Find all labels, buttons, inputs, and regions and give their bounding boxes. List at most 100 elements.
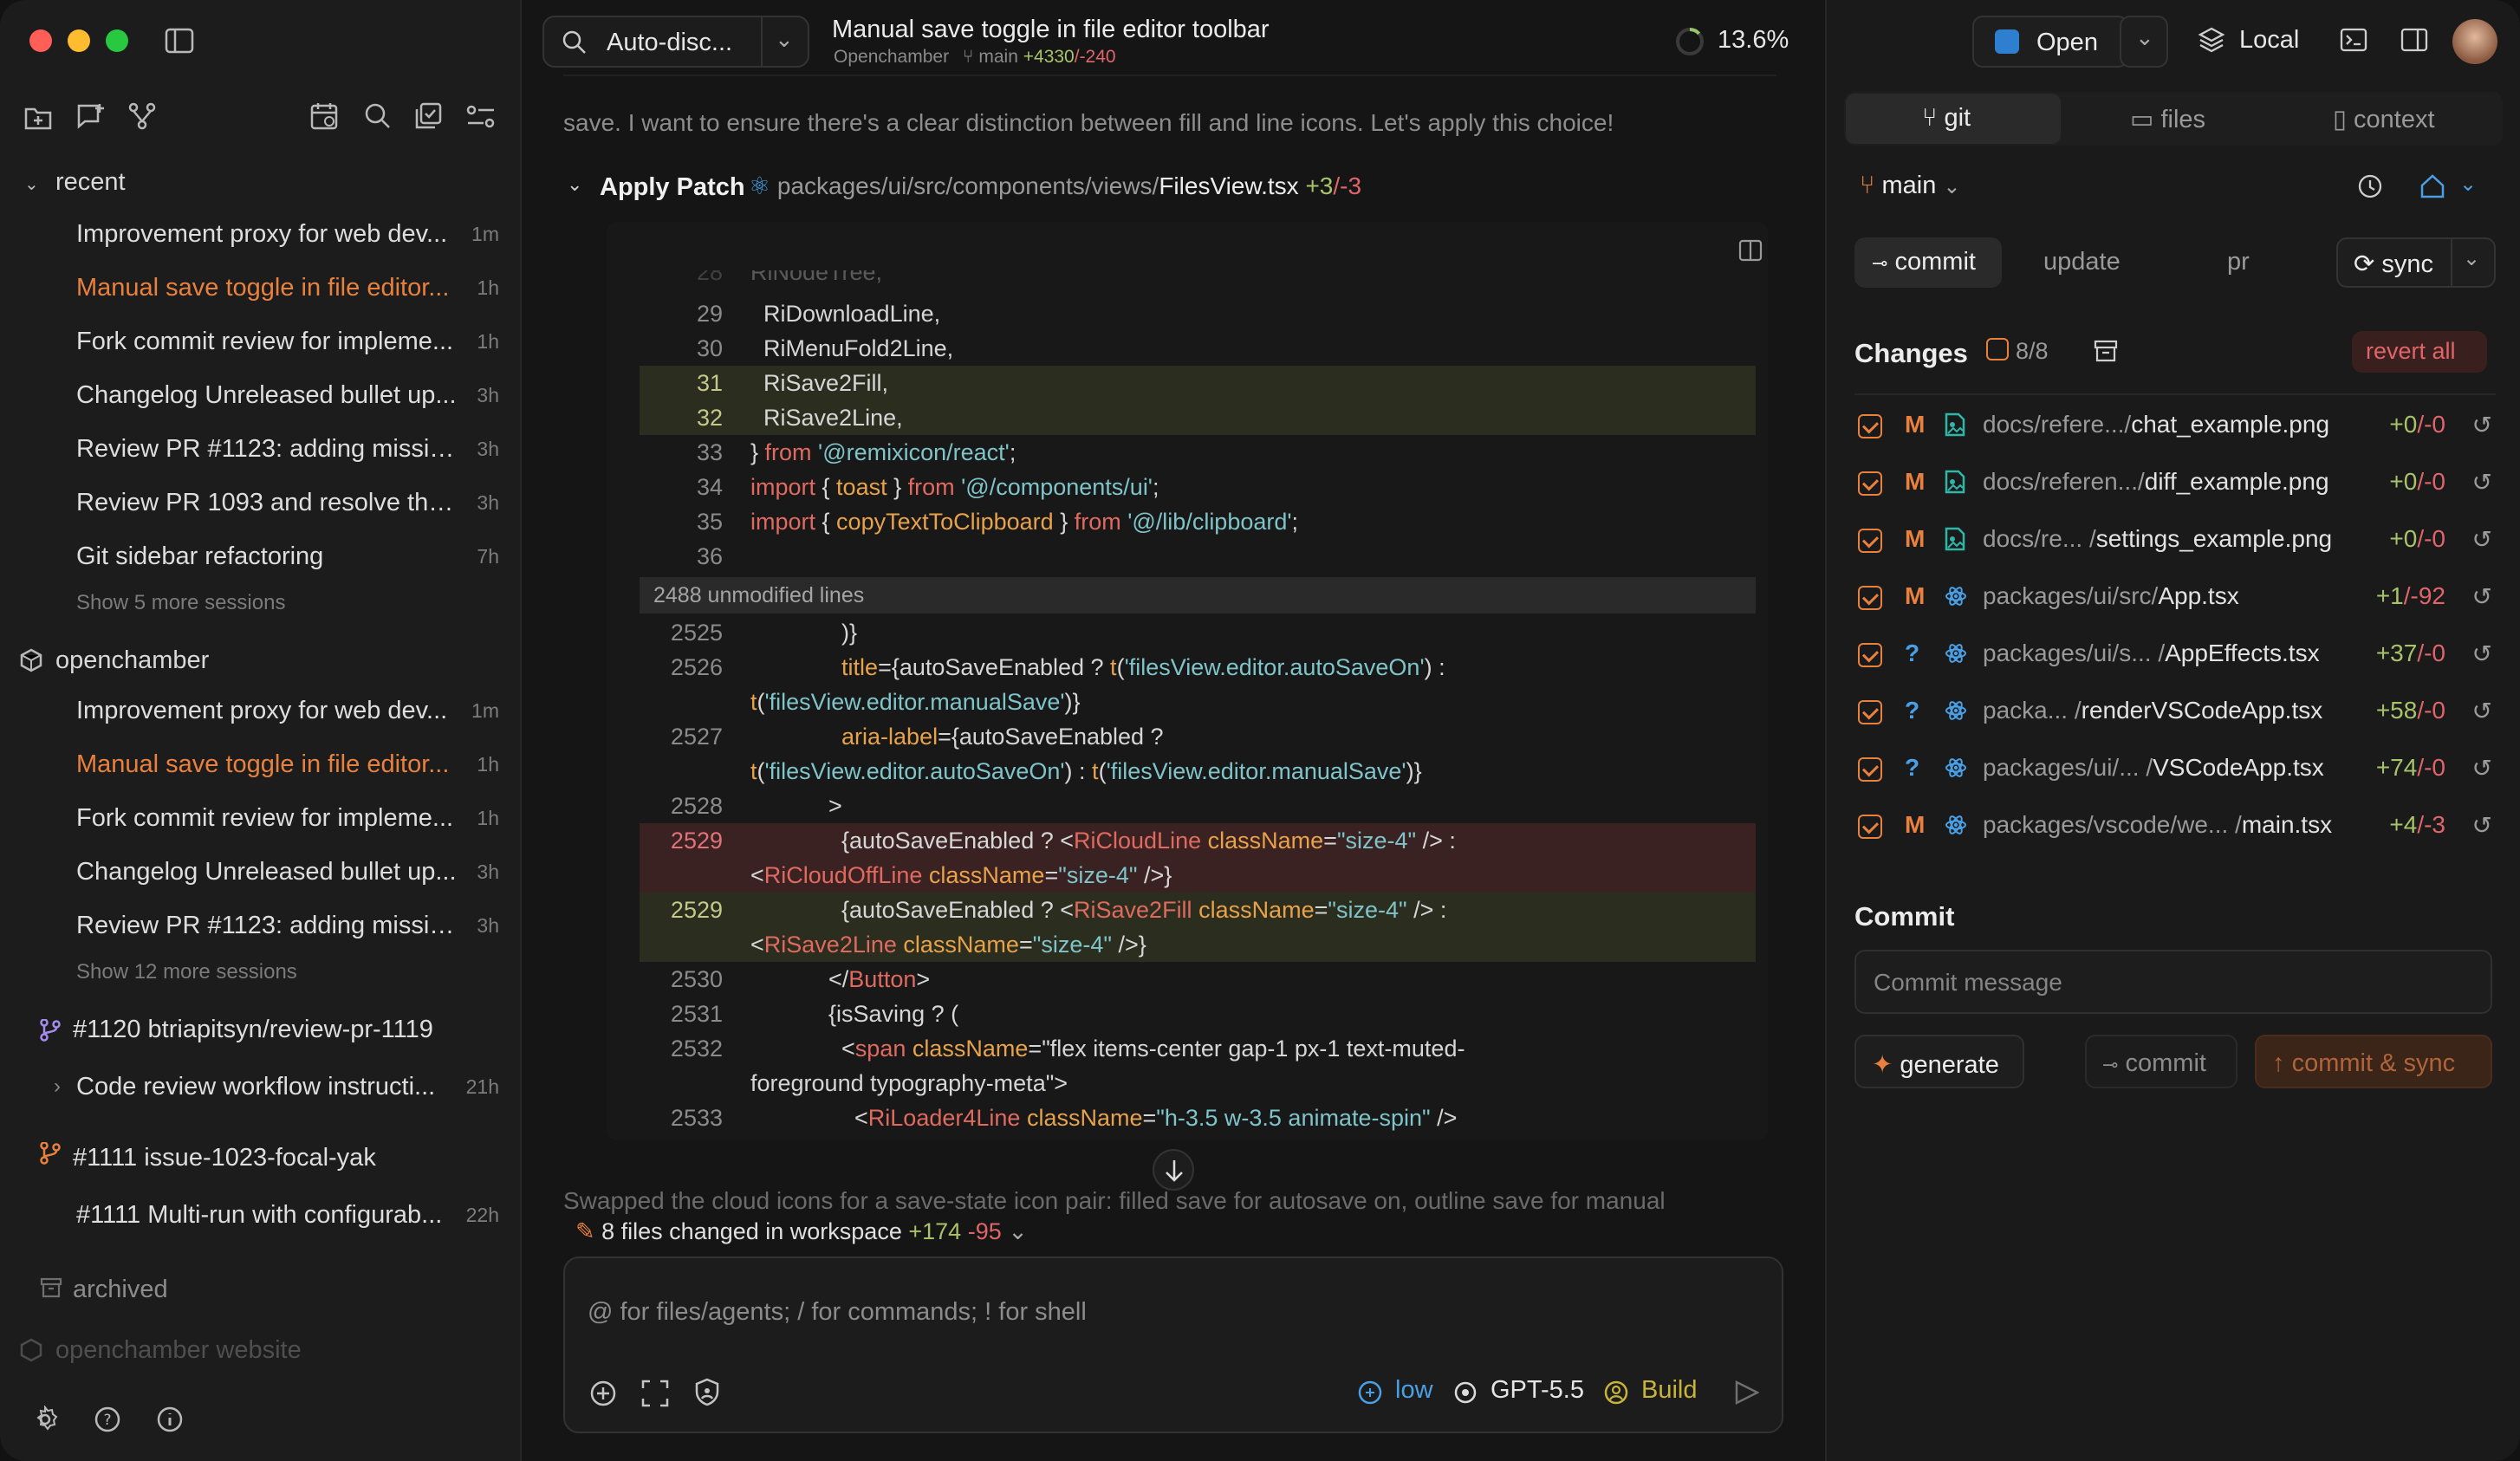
commit-message-input[interactable]: Commit message [1854, 950, 2492, 1014]
changed-file-row[interactable]: ? packa... /renderVSCodeApp.tsx +58/-0 ↺ [1854, 686, 2496, 738]
patch-file[interactable]: ⚛ packages/ui/src/components/views/Files… [749, 172, 1361, 200]
unmodified-lines-separator[interactable]: 2488 unmodified lines [640, 577, 1756, 614]
changed-file-row[interactable]: Mdocs/refere.../chat_example.png +0/-0 ↺ [1854, 400, 2496, 452]
commit-button[interactable]: ⊸ commit [2085, 1035, 2237, 1088]
zoom-window-button[interactable] [106, 29, 128, 52]
close-window-button[interactable] [29, 29, 52, 52]
chevron-down-icon[interactable]: ⌄ [567, 173, 582, 196]
session-item[interactable]: Review PR 1093 and resolve the... 3h [76, 489, 499, 537]
changed-file-row[interactable]: ? packages/ui/s... /AppEffects.tsx +37/-0 ↺ [1854, 629, 2496, 681]
model-selector[interactable]: GPT-5.5 [1491, 1376, 1584, 1405]
worktree-icon[interactable] [128, 102, 156, 130]
file-checkbox[interactable] [1858, 643, 1882, 667]
generate-button[interactable]: ✦ generate [1854, 1035, 2024, 1088]
filter-icon[interactable] [466, 104, 496, 130]
history-icon[interactable] [2357, 173, 2383, 199]
commit-and-sync-button[interactable]: ↑ commit & sync [2255, 1035, 2492, 1088]
session-item-active[interactable]: Manual save toggle in file editor... 1h [76, 750, 499, 799]
file-checkbox[interactable] [1858, 529, 1882, 553]
section-archived[interactable]: archived [73, 1276, 168, 1304]
tab-context[interactable]: ▯ context [2333, 104, 2435, 134]
session-item[interactable]: Review PR #1123: adding missin... 3h [76, 912, 499, 960]
section-project-website[interactable]: openchamber website [55, 1336, 302, 1365]
add-icon[interactable] [589, 1380, 617, 1407]
split-view-icon[interactable] [1738, 239, 1763, 262]
chevron-down-icon[interactable]: ⌄ [2459, 172, 2477, 197]
file-checkbox[interactable] [1858, 471, 1882, 496]
chevron-down-icon[interactable]: ⌄ [24, 173, 39, 195]
commit-tab-button[interactable]: ⊸ commit [1854, 237, 2002, 288]
file-checkbox[interactable] [1858, 757, 1882, 782]
changed-file-row[interactable]: Mpackages/vscode/we... /main.tsx +4/-3 ↺ [1854, 801, 2496, 853]
open-dropdown-button[interactable]: ⌄ [2120, 16, 2168, 68]
changed-file-row[interactable]: Mdocs/referen.../diff_example.png +0/-0 ↺ [1854, 458, 2496, 510]
branch-selector[interactable]: ⑂ main ⌄ [1860, 172, 1961, 200]
agent-selector[interactable]: Build [1641, 1376, 1698, 1405]
update-tab-button[interactable]: update [2043, 248, 2121, 276]
files-changed-summary[interactable]: ✎ 8 files changed in workspace +174 -95 … [575, 1218, 1028, 1245]
expand-icon[interactable] [641, 1380, 669, 1407]
minimize-window-button[interactable] [68, 29, 90, 52]
revert-icon[interactable]: ↺ [2472, 754, 2492, 782]
sidebar-toggle-icon[interactable] [165, 28, 194, 54]
session-item[interactable]: #1111 Multi-run with configurab... 22h [76, 1201, 499, 1250]
session-item[interactable]: Fork commit review for impleme... 1h [76, 804, 499, 853]
tab-git[interactable]: ⑂ git [1846, 94, 2061, 144]
mode-selector[interactable]: Auto-disc... ⌄ [542, 16, 809, 68]
chevron-right-icon[interactable]: › [54, 1075, 61, 1099]
shield-icon[interactable] [693, 1378, 721, 1407]
changed-file-row[interactable]: Mdocs/re... /settings_example.png +0/-0 ↺ [1854, 515, 2496, 567]
info-icon[interactable] [156, 1406, 184, 1433]
file-checkbox[interactable] [1858, 586, 1882, 610]
local-runtime-button[interactable]: Local [2239, 26, 2299, 55]
session-item[interactable]: Changelog Unreleased bullet up... 3h [76, 858, 499, 906]
session-item[interactable]: Code review workflow instructi... 21h [76, 1073, 499, 1121]
revert-icon[interactable]: ↺ [2472, 525, 2492, 554]
session-item[interactable]: Git sidebar refactoring 7h [76, 542, 499, 591]
section-project[interactable]: openchamber [55, 646, 209, 675]
revert-icon[interactable]: ↺ [2472, 697, 2492, 725]
revert-icon[interactable]: ↺ [2472, 582, 2492, 611]
revert-icon[interactable]: ↺ [2472, 411, 2492, 439]
send-icon[interactable] [1733, 1380, 1759, 1406]
changed-file-row[interactable]: ? packages/ui/... /VSCodeApp.tsx +74/-0 ↺ [1854, 743, 2496, 795]
revert-all-button[interactable]: revert all [2352, 331, 2487, 373]
tab-files[interactable]: ▭ files [2130, 104, 2205, 134]
file-checkbox[interactable] [1858, 414, 1882, 438]
file-checkbox[interactable] [1858, 700, 1882, 724]
search-icon[interactable] [364, 102, 392, 130]
file-checkbox[interactable] [1858, 815, 1882, 839]
sync-button[interactable]: ⟳ sync ⌄ [2336, 237, 2496, 288]
avatar[interactable] [2452, 19, 2497, 64]
settings-icon[interactable] [31, 1406, 59, 1433]
open-in-editor-button[interactable]: Open [1972, 16, 2128, 68]
branch-item[interactable]: #1120 btriapitsyn/review-pr-1119 [73, 1016, 433, 1044]
chevron-down-icon[interactable]: ⌄ [775, 26, 794, 53]
help-icon[interactable]: ? [94, 1406, 121, 1433]
terminal-icon[interactable] [2340, 28, 2367, 52]
branch-item[interactable]: #1111 issue-1023-focal-yak [73, 1144, 376, 1172]
show-more-sessions[interactable]: Show 5 more sessions [76, 591, 285, 615]
new-session-icon[interactable] [76, 102, 106, 130]
patch-label[interactable]: Apply Patch [600, 173, 745, 202]
home-icon[interactable] [2419, 173, 2445, 199]
session-item[interactable]: Improvement proxy for web dev... 1m [76, 697, 499, 745]
multi-select-icon[interactable] [414, 102, 442, 130]
pr-tab-button[interactable]: pr [2227, 248, 2250, 276]
section-recent[interactable]: recent [55, 168, 126, 197]
session-item-active[interactable]: Manual save toggle in file editor... 1h [76, 274, 499, 322]
show-more-sessions[interactable]: Show 12 more sessions [76, 960, 297, 984]
select-all-checkbox[interactable] [1986, 338, 2009, 360]
session-item[interactable]: Changelog Unreleased bullet up... 3h [76, 381, 499, 430]
revert-icon[interactable]: ↺ [2472, 468, 2492, 497]
new-folder-icon[interactable] [24, 104, 52, 130]
panel-toggle-icon[interactable] [2400, 28, 2428, 52]
revert-icon[interactable]: ↺ [2472, 640, 2492, 668]
stash-icon[interactable] [2094, 340, 2118, 362]
schedule-icon[interactable] [310, 102, 340, 130]
session-item[interactable]: Review PR #1123: adding missin... 3h [76, 435, 499, 484]
changed-file-row[interactable]: Mpackages/ui/src/App.tsx +1/-92 ↺ [1854, 572, 2496, 624]
scroll-to-bottom-button[interactable] [1153, 1149, 1194, 1191]
chat-input[interactable]: @ for files/agents; / for commands; ! fo… [588, 1298, 1087, 1327]
revert-icon[interactable]: ↺ [2472, 811, 2492, 840]
